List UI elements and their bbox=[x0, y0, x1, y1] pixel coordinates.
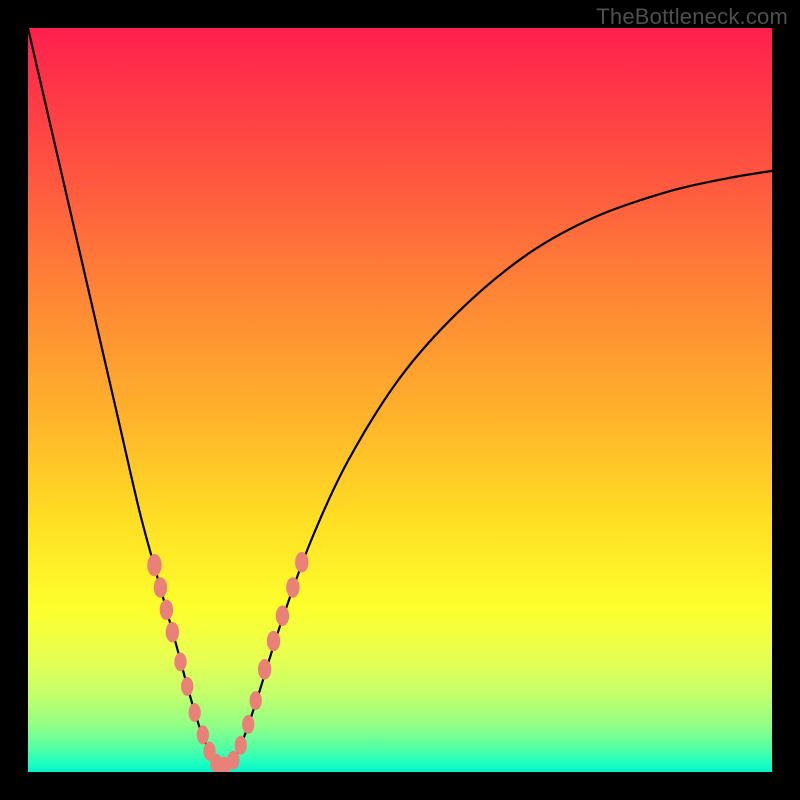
bead bbox=[160, 600, 173, 621]
chart-svg bbox=[28, 28, 772, 772]
bead bbox=[235, 736, 247, 755]
bead bbox=[258, 659, 271, 680]
bead bbox=[276, 605, 289, 626]
bead bbox=[174, 652, 186, 671]
bead bbox=[189, 703, 201, 722]
bead bbox=[154, 577, 167, 598]
watermark-text: TheBottleneck.com bbox=[596, 4, 788, 30]
bead bbox=[181, 677, 193, 696]
bead bbox=[250, 691, 262, 710]
bottleneck-curve bbox=[28, 28, 772, 766]
chart-frame: TheBottleneck.com bbox=[0, 0, 800, 800]
bead bbox=[242, 715, 254, 734]
plot-area bbox=[28, 28, 772, 772]
curve-beads bbox=[147, 552, 308, 772]
bead bbox=[267, 631, 280, 652]
bead bbox=[286, 577, 299, 598]
bead bbox=[227, 751, 239, 770]
bead bbox=[147, 554, 162, 576]
bead bbox=[295, 552, 308, 573]
bead bbox=[197, 725, 209, 744]
bead bbox=[166, 622, 179, 643]
